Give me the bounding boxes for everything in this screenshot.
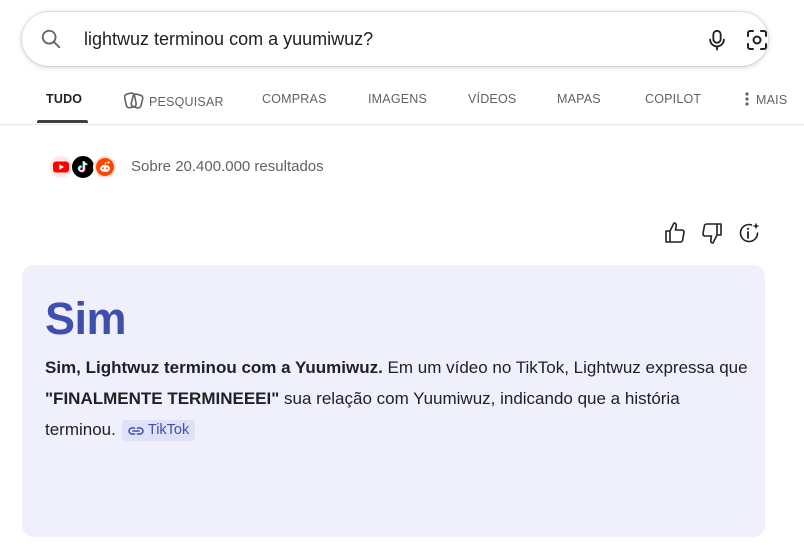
search-tabs: TUDO PESQUISAR COMPRAS IMAGENS VÍDEOS MA… [0,80,804,124]
answer-quote: "FINALMENTE TERMINEEEI" [45,389,280,408]
copilot-search-icon [123,92,144,109]
answer-card: Sim Sim, Lightwuz terminou com a Yuumiwu… [22,265,765,537]
tab-imagens[interactable]: IMAGENS [368,92,427,106]
thumbs-down-icon[interactable] [700,220,724,246]
microphone-icon[interactable] [706,28,728,52]
citation-label: TikTok [147,422,190,438]
tab-videos[interactable]: VÍDEOS [468,92,516,106]
info-sparkle-icon[interactable] [737,220,761,246]
tab-tudo[interactable]: TUDO [46,92,82,106]
search-box[interactable]: lightwuz terminou com a yuumiwuz? [22,12,768,66]
answer-bold-lead: Sim, Lightwuz terminou com a Yuumiwuz. [45,358,383,377]
answer-text: Sim, Lightwuz terminou com a Yuumiwuz. E… [45,352,755,445]
youtube-icon [49,155,73,179]
tabs-divider [0,124,804,125]
thumbs-up-icon[interactable] [663,220,687,246]
tab-pesquisar-label: PESQUISAR [149,95,224,109]
search-input[interactable]: lightwuz terminou com a yuumiwuz? [84,29,373,50]
more-vertical-icon [745,92,749,106]
tab-mais[interactable]: MAIS [744,92,787,107]
answer-text-part-1: Em um vídeo no TikTok, Lightwuz expressa… [382,358,748,377]
citation-chip[interactable]: TikTok [121,420,196,441]
results-count: Sobre 20.400.000 resultados [131,158,324,175]
tab-copilot[interactable]: COPILOT [645,92,701,106]
active-tab-indicator [37,120,88,123]
tab-compras[interactable]: COMPRAS [262,92,327,106]
link-icon [128,427,144,435]
tab-pesquisar[interactable]: PESQUISAR [123,92,224,110]
answer-title: Sim [45,293,127,344]
reddit-icon [93,155,117,179]
tiktok-icon [71,155,95,179]
tab-mapas[interactable]: MAPAS [557,92,601,106]
search-icon[interactable] [40,28,62,50]
tab-mais-label: MAIS [756,93,788,107]
visual-search-icon[interactable] [745,28,769,52]
